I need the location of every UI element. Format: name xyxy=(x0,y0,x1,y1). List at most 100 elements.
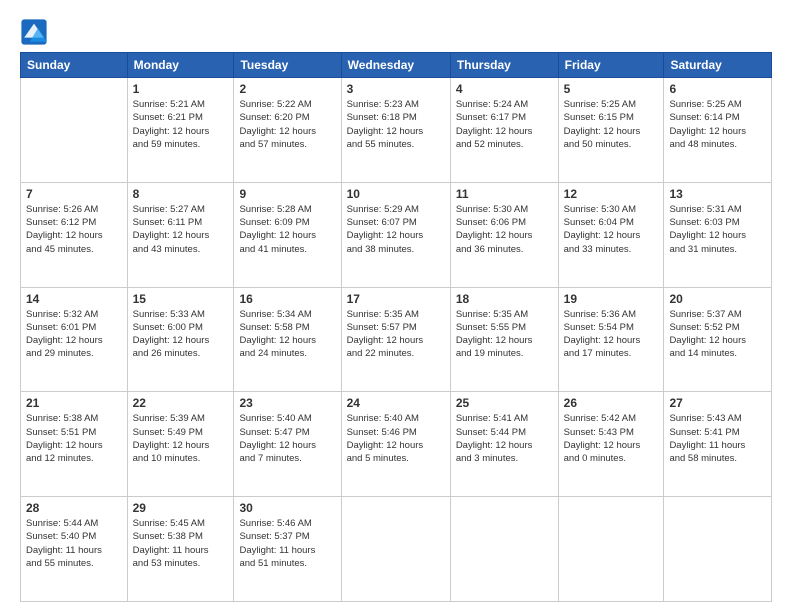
col-header-friday: Friday xyxy=(558,53,664,78)
calendar-cell: 14 Sunrise: 5:32 AM Sunset: 6:01 PM Dayli… xyxy=(21,287,128,392)
day-number: 4 xyxy=(456,82,553,96)
day-number: 17 xyxy=(347,292,445,306)
logo xyxy=(20,18,52,46)
day-info: Sunrise: 5:46 AM Sunset: 5:37 PM Dayligh… xyxy=(239,517,335,570)
day-info: Sunrise: 5:41 AM Sunset: 5:44 PM Dayligh… xyxy=(456,412,553,465)
day-info: Sunrise: 5:28 AM Sunset: 6:09 PM Dayligh… xyxy=(239,203,335,256)
day-number: 16 xyxy=(239,292,335,306)
day-info: Sunrise: 5:40 AM Sunset: 5:47 PM Dayligh… xyxy=(239,412,335,465)
day-number: 6 xyxy=(669,82,766,96)
day-number: 14 xyxy=(26,292,122,306)
day-info: Sunrise: 5:39 AM Sunset: 5:49 PM Dayligh… xyxy=(133,412,229,465)
day-info: Sunrise: 5:36 AM Sunset: 5:54 PM Dayligh… xyxy=(564,308,659,361)
day-info: Sunrise: 5:33 AM Sunset: 6:00 PM Dayligh… xyxy=(133,308,229,361)
calendar-table: SundayMondayTuesdayWednesdayThursdayFrid… xyxy=(20,52,772,602)
calendar-cell: 1 Sunrise: 5:21 AM Sunset: 6:21 PM Daylig… xyxy=(127,78,234,183)
header xyxy=(20,18,772,46)
day-number: 26 xyxy=(564,396,659,410)
day-number: 7 xyxy=(26,187,122,201)
calendar-cell: 25 Sunrise: 5:41 AM Sunset: 5:44 PM Dayli… xyxy=(450,392,558,497)
calendar-cell: 5 Sunrise: 5:25 AM Sunset: 6:15 PM Daylig… xyxy=(558,78,664,183)
day-number: 19 xyxy=(564,292,659,306)
day-info: Sunrise: 5:22 AM Sunset: 6:20 PM Dayligh… xyxy=(239,98,335,151)
calendar-cell: 9 Sunrise: 5:28 AM Sunset: 6:09 PM Daylig… xyxy=(234,182,341,287)
day-info: Sunrise: 5:38 AM Sunset: 5:51 PM Dayligh… xyxy=(26,412,122,465)
day-info: Sunrise: 5:44 AM Sunset: 5:40 PM Dayligh… xyxy=(26,517,122,570)
calendar-cell: 6 Sunrise: 5:25 AM Sunset: 6:14 PM Daylig… xyxy=(664,78,772,183)
day-number: 3 xyxy=(347,82,445,96)
calendar-cell: 27 Sunrise: 5:43 AM Sunset: 5:41 PM Dayli… xyxy=(664,392,772,497)
day-number: 8 xyxy=(133,187,229,201)
col-header-tuesday: Tuesday xyxy=(234,53,341,78)
calendar-cell: 29 Sunrise: 5:45 AM Sunset: 5:38 PM Dayli… xyxy=(127,497,234,602)
day-number: 2 xyxy=(239,82,335,96)
calendar-cell: 11Sunrise: 5:30 AM Sunset: 6:06 PM Dayli… xyxy=(450,182,558,287)
col-header-sunday: Sunday xyxy=(21,53,128,78)
calendar-cell: 10 Sunrise: 5:29 AM Sunset: 6:07 PM Dayli… xyxy=(341,182,450,287)
day-number: 20 xyxy=(669,292,766,306)
day-info: Sunrise: 5:32 AM Sunset: 6:01 PM Dayligh… xyxy=(26,308,122,361)
calendar-cell xyxy=(341,497,450,602)
calendar-cell: 16 Sunrise: 5:34 AM Sunset: 5:58 PM Dayli… xyxy=(234,287,341,392)
calendar-cell: 26 Sunrise: 5:42 AM Sunset: 5:43 PM Dayli… xyxy=(558,392,664,497)
calendar-cell: 12Sunrise: 5:30 AM Sunset: 6:04 PM Dayli… xyxy=(558,182,664,287)
calendar-cell: 17Sunrise: 5:35 AM Sunset: 5:57 PM Dayli… xyxy=(341,287,450,392)
header-row: SundayMondayTuesdayWednesdayThursdayFrid… xyxy=(21,53,772,78)
day-number: 1 xyxy=(133,82,229,96)
calendar-cell: 28 Sunrise: 5:44 AM Sunset: 5:40 PM Dayli… xyxy=(21,497,128,602)
calendar-cell: 8 Sunrise: 5:27 AM Sunset: 6:11 PM Daylig… xyxy=(127,182,234,287)
day-number: 25 xyxy=(456,396,553,410)
day-info: Sunrise: 5:30 AM Sunset: 6:04 PM Dayligh… xyxy=(564,203,659,256)
day-info: Sunrise: 5:43 AM Sunset: 5:41 PM Dayligh… xyxy=(669,412,766,465)
day-info: Sunrise: 5:24 AM Sunset: 6:17 PM Dayligh… xyxy=(456,98,553,151)
col-header-thursday: Thursday xyxy=(450,53,558,78)
day-number: 22 xyxy=(133,396,229,410)
calendar-cell xyxy=(664,497,772,602)
calendar-cell: 2 Sunrise: 5:22 AM Sunset: 6:20 PM Daylig… xyxy=(234,78,341,183)
calendar-cell xyxy=(450,497,558,602)
day-number: 10 xyxy=(347,187,445,201)
col-header-monday: Monday xyxy=(127,53,234,78)
day-info: Sunrise: 5:34 AM Sunset: 5:58 PM Dayligh… xyxy=(239,308,335,361)
day-number: 29 xyxy=(133,501,229,515)
day-number: 27 xyxy=(669,396,766,410)
day-info: Sunrise: 5:27 AM Sunset: 6:11 PM Dayligh… xyxy=(133,203,229,256)
week-row-2: 7Sunrise: 5:26 AM Sunset: 6:12 PM Daylig… xyxy=(21,182,772,287)
day-number: 15 xyxy=(133,292,229,306)
calendar-cell: 3 Sunrise: 5:23 AM Sunset: 6:18 PM Daylig… xyxy=(341,78,450,183)
week-row-3: 14 Sunrise: 5:32 AM Sunset: 6:01 PM Dayli… xyxy=(21,287,772,392)
calendar-cell: 19 Sunrise: 5:36 AM Sunset: 5:54 PM Dayli… xyxy=(558,287,664,392)
col-header-wednesday: Wednesday xyxy=(341,53,450,78)
col-header-saturday: Saturday xyxy=(664,53,772,78)
day-number: 18 xyxy=(456,292,553,306)
day-info: Sunrise: 5:42 AM Sunset: 5:43 PM Dayligh… xyxy=(564,412,659,465)
day-info: Sunrise: 5:29 AM Sunset: 6:07 PM Dayligh… xyxy=(347,203,445,256)
day-info: Sunrise: 5:25 AM Sunset: 6:14 PM Dayligh… xyxy=(669,98,766,151)
calendar-cell: 22 Sunrise: 5:39 AM Sunset: 5:49 PM Dayli… xyxy=(127,392,234,497)
day-info: Sunrise: 5:23 AM Sunset: 6:18 PM Dayligh… xyxy=(347,98,445,151)
day-info: Sunrise: 5:21 AM Sunset: 6:21 PM Dayligh… xyxy=(133,98,229,151)
day-info: Sunrise: 5:40 AM Sunset: 5:46 PM Dayligh… xyxy=(347,412,445,465)
week-row-5: 28 Sunrise: 5:44 AM Sunset: 5:40 PM Dayli… xyxy=(21,497,772,602)
calendar-cell: 13 Sunrise: 5:31 AM Sunset: 6:03 PM Dayli… xyxy=(664,182,772,287)
day-number: 28 xyxy=(26,501,122,515)
calendar-cell: 4 Sunrise: 5:24 AM Sunset: 6:17 PM Daylig… xyxy=(450,78,558,183)
day-number: 5 xyxy=(564,82,659,96)
calendar-cell: 7Sunrise: 5:26 AM Sunset: 6:12 PM Daylig… xyxy=(21,182,128,287)
day-number: 9 xyxy=(239,187,335,201)
calendar-cell: 20 Sunrise: 5:37 AM Sunset: 5:52 PM Dayli… xyxy=(664,287,772,392)
calendar-cell: 21 Sunrise: 5:38 AM Sunset: 5:51 PM Dayli… xyxy=(21,392,128,497)
day-info: Sunrise: 5:25 AM Sunset: 6:15 PM Dayligh… xyxy=(564,98,659,151)
day-number: 13 xyxy=(669,187,766,201)
day-number: 30 xyxy=(239,501,335,515)
day-number: 11 xyxy=(456,187,553,201)
calendar-cell: 18Sunrise: 5:35 AM Sunset: 5:55 PM Dayli… xyxy=(450,287,558,392)
calendar-cell xyxy=(21,78,128,183)
day-info: Sunrise: 5:31 AM Sunset: 6:03 PM Dayligh… xyxy=(669,203,766,256)
day-info: Sunrise: 5:45 AM Sunset: 5:38 PM Dayligh… xyxy=(133,517,229,570)
day-number: 23 xyxy=(239,396,335,410)
day-number: 24 xyxy=(347,396,445,410)
day-number: 21 xyxy=(26,396,122,410)
calendar-cell: 30 Sunrise: 5:46 AM Sunset: 5:37 PM Dayli… xyxy=(234,497,341,602)
day-info: Sunrise: 5:37 AM Sunset: 5:52 PM Dayligh… xyxy=(669,308,766,361)
